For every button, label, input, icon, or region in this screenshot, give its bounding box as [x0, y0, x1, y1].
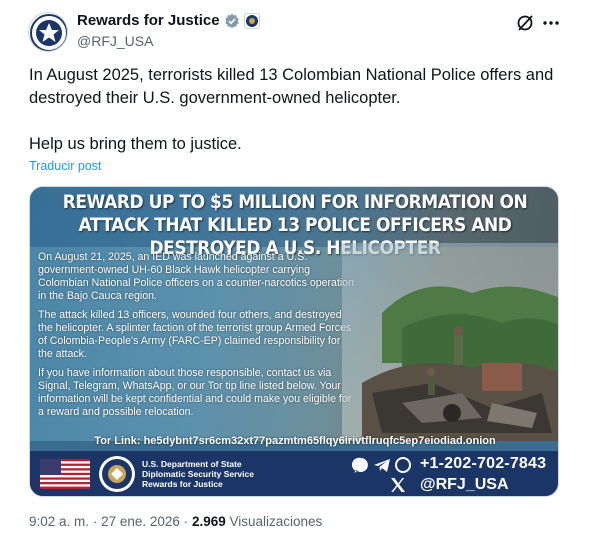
meta-separator: ·: [92, 514, 98, 529]
state-department-seal-icon: [99, 456, 135, 492]
author-name-row: Rewards for Justice: [77, 12, 260, 29]
author-handle[interactable]: @RFJ_USA: [77, 33, 153, 49]
agency-line-1: U.S. Department of State: [142, 459, 242, 469]
verified-badge-icon: [224, 13, 239, 28]
views-count: 2.969: [191, 514, 226, 529]
grok-icon[interactable]: [514, 12, 536, 34]
tweet-text-line2: Help us bring them to justice.: [29, 135, 242, 153]
agency-line-3: Rewards for Justice: [142, 479, 223, 489]
rfj-seal-icon: [30, 14, 67, 51]
agency-text: U.S. Department of State Diplomatic Secu…: [142, 459, 254, 489]
timestamp-date[interactable]: 27 ene. 2026: [101, 514, 180, 529]
more-dots-icon[interactable]: [540, 12, 562, 34]
tweet-text-line1: In August 2025, terrorists killed 13 Col…: [29, 66, 554, 107]
poster-x-handle: @RFJ_USA: [420, 476, 509, 493]
phone-number: +1-202-702-7843: [420, 455, 547, 472]
x-logo-icon: [391, 478, 405, 492]
meta-separator: ·: [183, 514, 189, 529]
avatar[interactable]: [28, 12, 68, 52]
helicopter-wreck-photo: [342, 243, 558, 441]
whatsapp-icon: [395, 457, 411, 473]
media-image[interactable]: REWARD UP TO $5 MILLION FOR INFORMATION …: [29, 186, 559, 497]
gov-seal-badge-icon: [243, 12, 260, 29]
poster-paragraph-2: The attack killed 13 officers, wounded f…: [38, 309, 352, 360]
poster-body: On August 21, 2025, an IED was launched …: [38, 251, 356, 425]
poster-paragraph-1: On August 21, 2025, an IED was launched …: [38, 251, 355, 302]
tweet-text: In August 2025, terrorists killed 13 Col…: [29, 64, 569, 156]
tweet: Rewards for Justice @RFJ_USA In August 2…: [0, 0, 605, 539]
timestamp-time[interactable]: 9:02 a. m.: [29, 514, 89, 529]
translate-link[interactable]: Traducir post: [29, 159, 101, 173]
views-label: Visualizaciones: [229, 514, 323, 529]
tor-link-text: Tor Link: he5dybnt7sr6cm32xt77pazmtm65fl…: [94, 435, 496, 447]
agency-line-2: Diplomatic Security Service: [142, 469, 254, 479]
us-flag-icon: [40, 459, 90, 489]
poster-paragraph-3: If you have information about those resp…: [38, 367, 352, 418]
messaging-apps-icons: [352, 457, 411, 473]
telegram-icon: [374, 459, 390, 472]
display-name[interactable]: Rewards for Justice: [77, 12, 220, 29]
poster-footer: U.S. Department of State Diplomatic Secu…: [30, 451, 558, 496]
signal-icon: [352, 457, 368, 473]
tweet-meta: 9:02 a. m. · 27 ene. 2026 · 2.969 Visual…: [29, 514, 322, 529]
